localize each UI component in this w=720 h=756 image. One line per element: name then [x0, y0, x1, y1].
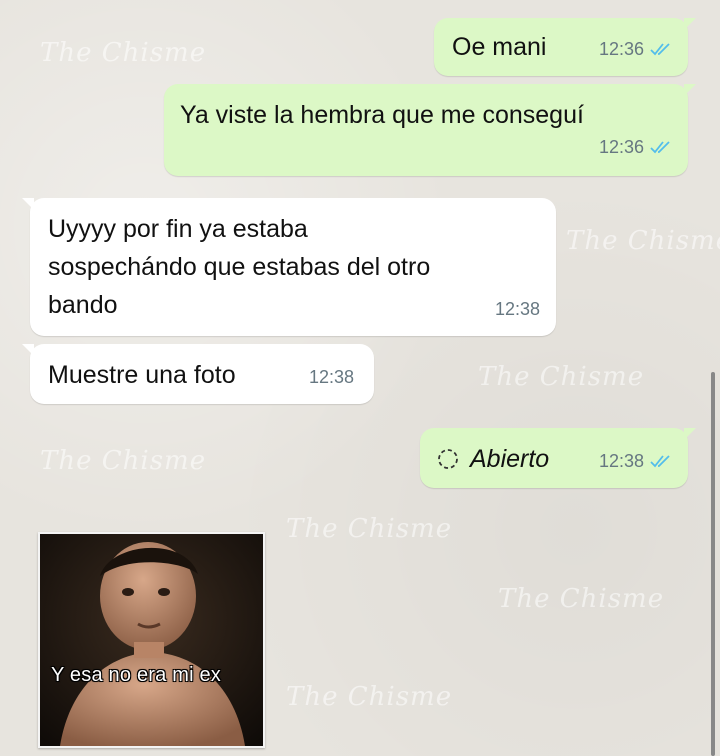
watermark: The Chisme	[286, 514, 453, 544]
message-meta: 12:36	[599, 128, 672, 166]
watermark: The Chisme	[40, 38, 207, 68]
chat-area: The Chisme The Chisme The Chisme The Chi…	[0, 0, 720, 756]
message-text-line: Uyyyy por fin ya estaba	[48, 215, 308, 243]
message-time: 12:38	[308, 367, 354, 387]
message-bubble-incoming[interactable]: Muestre una foto 12:38	[22, 344, 374, 404]
message-time: 12:38	[598, 451, 644, 471]
message-time: 12:38	[494, 299, 540, 319]
sticker-image[interactable]: Y esa no era mi ex	[38, 532, 265, 748]
sticker-caption: Y esa no era mi ex	[51, 664, 221, 686]
double-check-read-icon	[650, 43, 670, 56]
meme-photo	[40, 534, 263, 746]
message-meta: 12:38	[309, 358, 354, 396]
watermark: The Chisme	[478, 362, 645, 392]
message-bubble-outgoing[interactable]: Abierto 12:38	[420, 428, 696, 488]
message-meta: 12:38	[495, 290, 540, 328]
message-text: Ya viste la hembra que me conseguí	[180, 101, 584, 129]
message-text: Oe mani	[452, 33, 547, 61]
message-bubble-incoming[interactable]: Uyyyy por fin ya estaba sospechándo que …	[22, 198, 556, 336]
message-meta: 12:36	[599, 30, 672, 68]
message-meta: 12:38	[599, 442, 672, 480]
message-bubble-outgoing[interactable]: Ya viste la hembra que me conseguí 12:36	[164, 84, 696, 176]
watermark: The Chisme	[40, 446, 207, 476]
scrollbar[interactable]	[711, 372, 715, 756]
watermark: The Chisme	[566, 226, 720, 256]
watermark: The Chisme	[498, 584, 665, 614]
watermark: The Chisme	[286, 682, 453, 712]
view-once-opened-icon	[438, 449, 458, 469]
message-text-line: bando	[48, 291, 118, 319]
double-check-read-icon	[650, 141, 670, 154]
message-bubble-outgoing[interactable]: Oe mani 12:36	[434, 18, 696, 76]
message-text: Abierto	[470, 445, 550, 473]
double-check-read-icon	[650, 455, 670, 468]
message-time: 12:36	[598, 39, 644, 59]
message-text: Muestre una foto	[48, 361, 236, 389]
message-time: 12:36	[598, 137, 644, 157]
message-text-line: sospechándo que estabas del otro	[48, 253, 431, 281]
